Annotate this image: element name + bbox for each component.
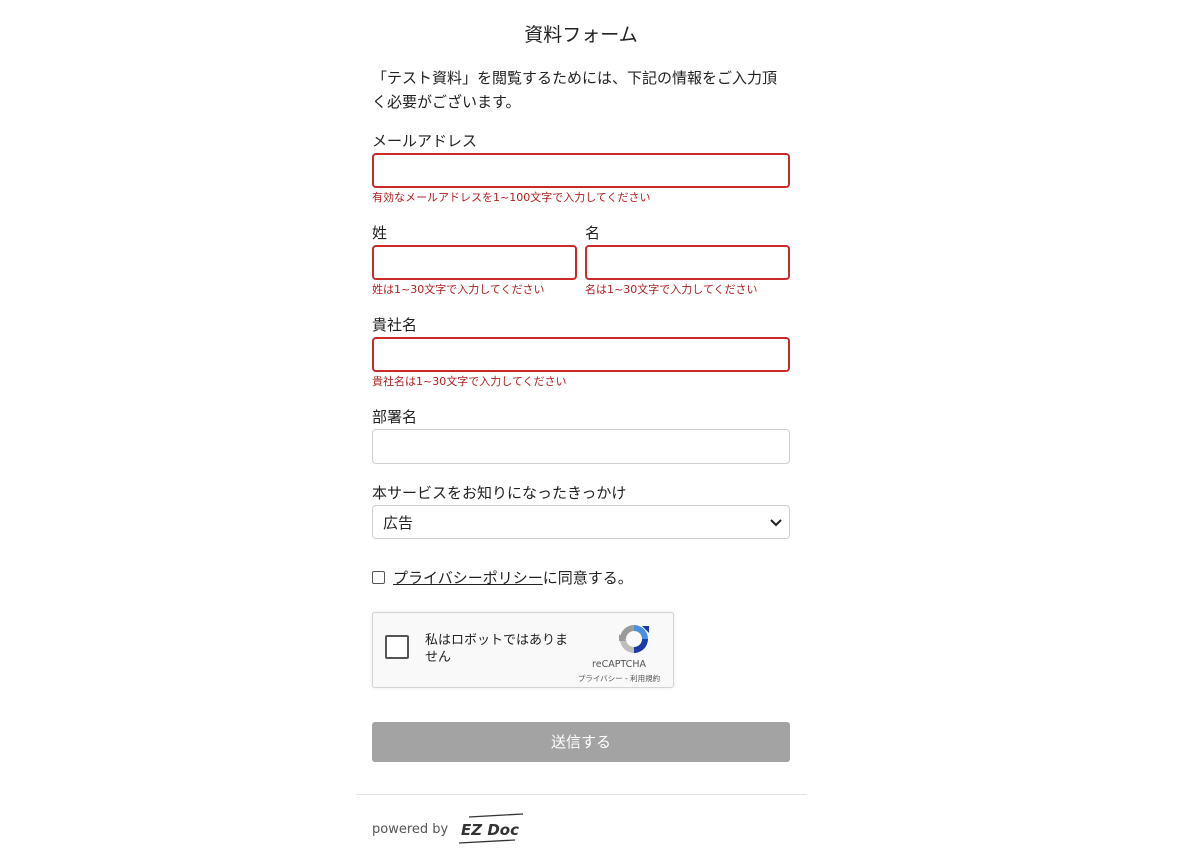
- source-selected-value: 広告: [383, 514, 414, 532]
- email-field[interactable]: [372, 153, 790, 188]
- recaptcha-brand: reCAPTCHA: [592, 659, 646, 670]
- privacy-agree-text: プライバシーポリシーに同意する。: [393, 567, 633, 588]
- footer-divider: [356, 794, 807, 795]
- source-label: 本サービスをお知りになったきっかけ: [372, 484, 627, 502]
- privacy-policy-link[interactable]: プライバシーポリシー: [393, 569, 543, 587]
- email-label: メールアドレス: [372, 132, 478, 150]
- first-name-label: 名: [585, 224, 601, 242]
- last-name-field[interactable]: [372, 245, 577, 280]
- ezdoc-logo[interactable]: EZ Doc: [457, 812, 525, 846]
- first-name-error: 名は1~30文字で入力してください: [585, 283, 758, 296]
- company-field[interactable]: [372, 337, 790, 372]
- email-error: 有効なメールアドレスを1~100文字で入力してください: [372, 191, 651, 204]
- department-label: 部署名: [372, 408, 418, 426]
- privacy-agree-checkbox[interactable]: [372, 570, 385, 584]
- ezdoc-logo-text: EZ Doc: [461, 821, 519, 839]
- recaptcha-links[interactable]: プライバシー - 利用規約: [569, 673, 669, 684]
- company-label: 貴社名: [372, 316, 418, 334]
- first-name-field[interactable]: [585, 245, 790, 280]
- intro-text: 「テスト資料」を閲覧するためには、下記の情報をご入力頂く必要がございます。: [372, 69, 778, 111]
- privacy-agree-row: プライバシーポリシーに同意する。: [372, 566, 633, 588]
- recaptcha-widget: 私はロボットではありません reCAPTCHA プライバシー - 利用規約: [372, 612, 674, 688]
- recaptcha-checkbox[interactable]: [385, 635, 409, 659]
- powered-by-text: powered by: [372, 822, 449, 837]
- submit-button[interactable]: 送信する: [372, 722, 790, 762]
- last-name-error: 姓は1~30文字で入力してください: [372, 283, 545, 296]
- last-name-label: 姓: [372, 224, 388, 242]
- form-page: 資料フォーム 「テスト資料」を閲覧するためには、下記の情報をご入力頂く必要がござ…: [0, 0, 1181, 852]
- source-select[interactable]: 広告: [372, 505, 790, 539]
- recaptcha-label: 私はロボットではありません: [425, 633, 569, 665]
- privacy-agree-suffix: に同意する。: [542, 568, 633, 587]
- recaptcha-logo-icon: [619, 625, 649, 653]
- department-field[interactable]: [372, 429, 790, 464]
- page-title: 資料フォーム: [524, 24, 638, 46]
- company-error: 貴社名は1~30文字で入力してください: [372, 375, 567, 388]
- chevron-down-icon: [770, 519, 782, 527]
